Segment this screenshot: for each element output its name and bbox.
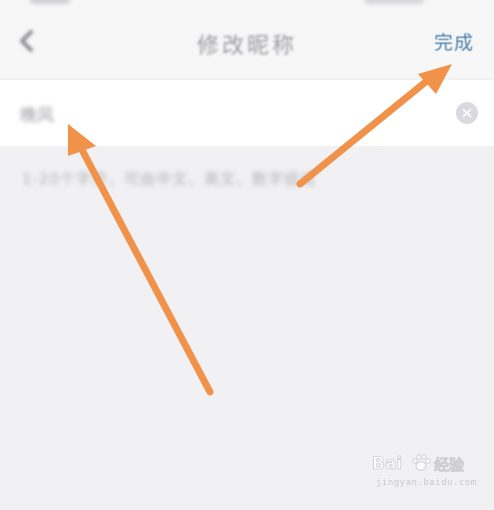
nickname-input-row (0, 80, 494, 146)
paw-icon (412, 454, 431, 471)
status-bar-left-element (30, 0, 70, 4)
status-bar-remnant (0, 0, 494, 8)
page-title: 修改昵称 (196, 34, 297, 59)
screen: 修改昵称 完成 1-20个字符，可由中文、英文、数字组成 Bai (0, 0, 494, 510)
watermark-brand: Bai (372, 454, 403, 475)
watermark-url: jingyan.baidu.com (376, 478, 477, 488)
navigation-bar: 修改昵称 完成 (0, 0, 494, 78)
done-button[interactable]: 完成 (434, 28, 474, 55)
status-bar-right-element (364, 0, 424, 4)
watermark-suffix: 经验 (434, 456, 465, 475)
clear-circle-icon (462, 108, 472, 118)
nickname-input[interactable] (20, 100, 400, 126)
clear-button[interactable] (456, 102, 478, 124)
watermark: Bai 经验 jingyan.baidu.com (372, 450, 477, 500)
nickname-hint: 1-20个字符，可由中文、英文、数字组成 (22, 170, 317, 188)
